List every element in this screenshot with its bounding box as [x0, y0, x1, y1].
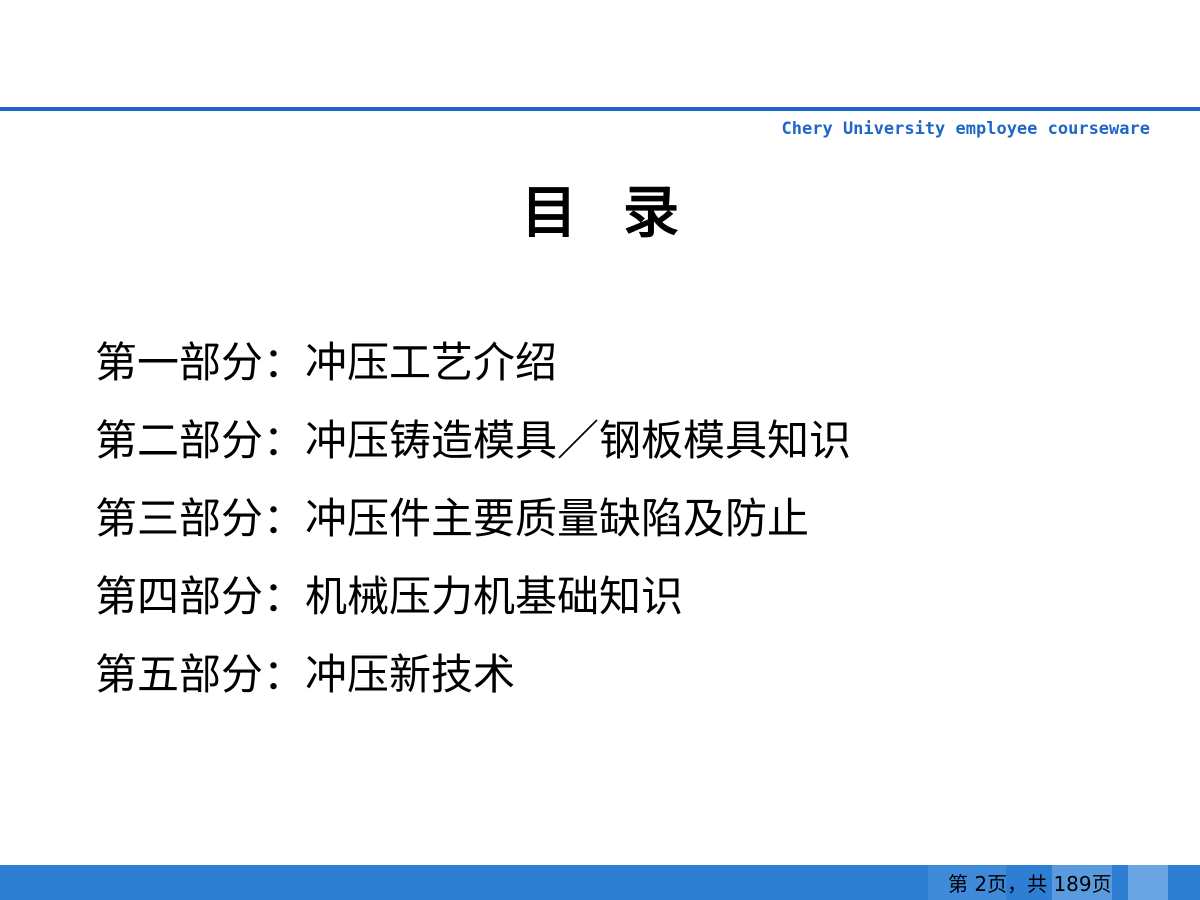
toc-item-part-2[interactable]: 第二部分：冲压铸造模具／钢板模具知识 [95, 412, 851, 490]
toc-item-part-5[interactable]: 第五部分：冲压新技术 [95, 646, 851, 724]
toc-item-part-1[interactable]: 第一部分：冲压工艺介绍 [95, 334, 851, 412]
toc-item-part-4[interactable]: 第四部分：机械压力机基础知识 [95, 568, 851, 646]
footer-accent-block [1128, 865, 1168, 900]
page-title: 目录 [521, 181, 725, 246]
toc-item-part-3[interactable]: 第三部分：冲压件主要质量缺陷及防止 [95, 490, 851, 568]
page-counter: 第 2页，共 189页 [948, 872, 1112, 896]
table-of-contents: 第一部分：冲压工艺介绍 第二部分：冲压铸造模具／钢板模具知识 第三部分：冲压件主… [95, 334, 851, 724]
courseware-tagline: Chery University employee courseware [781, 119, 1150, 139]
header-rule [0, 107, 1200, 111]
